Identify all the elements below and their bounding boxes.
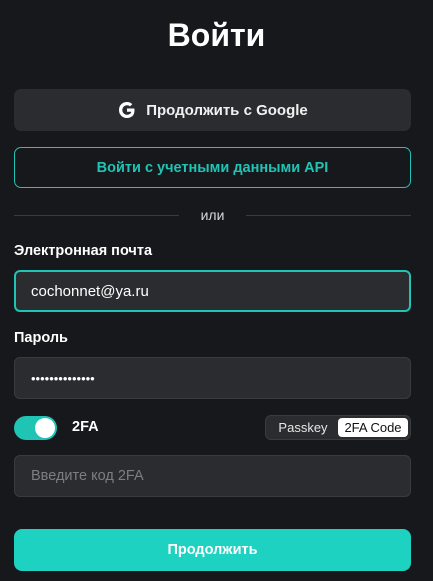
twofa-placeholder: Введите код 2FA (31, 468, 144, 484)
google-icon (117, 100, 137, 120)
continue-button[interactable]: Продолжить (14, 529, 411, 571)
twofa-mode-selector: Passkey 2FA Code (265, 415, 411, 440)
google-signin-button[interactable]: Продолжить с Google (14, 89, 411, 131)
email-field[interactable]: cochonnet@ya.ru (14, 270, 411, 312)
email-label: Электронная почта (14, 243, 153, 259)
api-credentials-button[interactable]: Войти с учетными данными API (14, 147, 411, 188)
twofa-label: 2FA (72, 419, 99, 435)
email-value: cochonnet@ya.ru (31, 282, 149, 300)
or-divider: или (14, 206, 411, 224)
toggle-knob (35, 418, 55, 438)
divider-line-left (14, 214, 179, 216)
page-title: Войти (167, 17, 266, 53)
twofa-code-input[interactable]: Введите код 2FA (14, 455, 411, 497)
divider-text: или (200, 207, 225, 223)
passkey-option[interactable]: Passkey (268, 418, 338, 437)
password-label: Пароль (14, 330, 68, 346)
google-button-label: Продолжить с Google (146, 101, 308, 119)
twofa-toggle[interactable] (14, 416, 57, 440)
api-button-label: Войти с учетными данными API (96, 159, 329, 176)
twofa-code-option[interactable]: 2FA Code (338, 418, 408, 437)
password-field[interactable]: •••••••••••••• (14, 357, 411, 399)
divider-line-right (246, 214, 411, 216)
continue-button-label: Продолжить (167, 542, 258, 558)
password-value: •••••••••••••• (31, 370, 95, 386)
